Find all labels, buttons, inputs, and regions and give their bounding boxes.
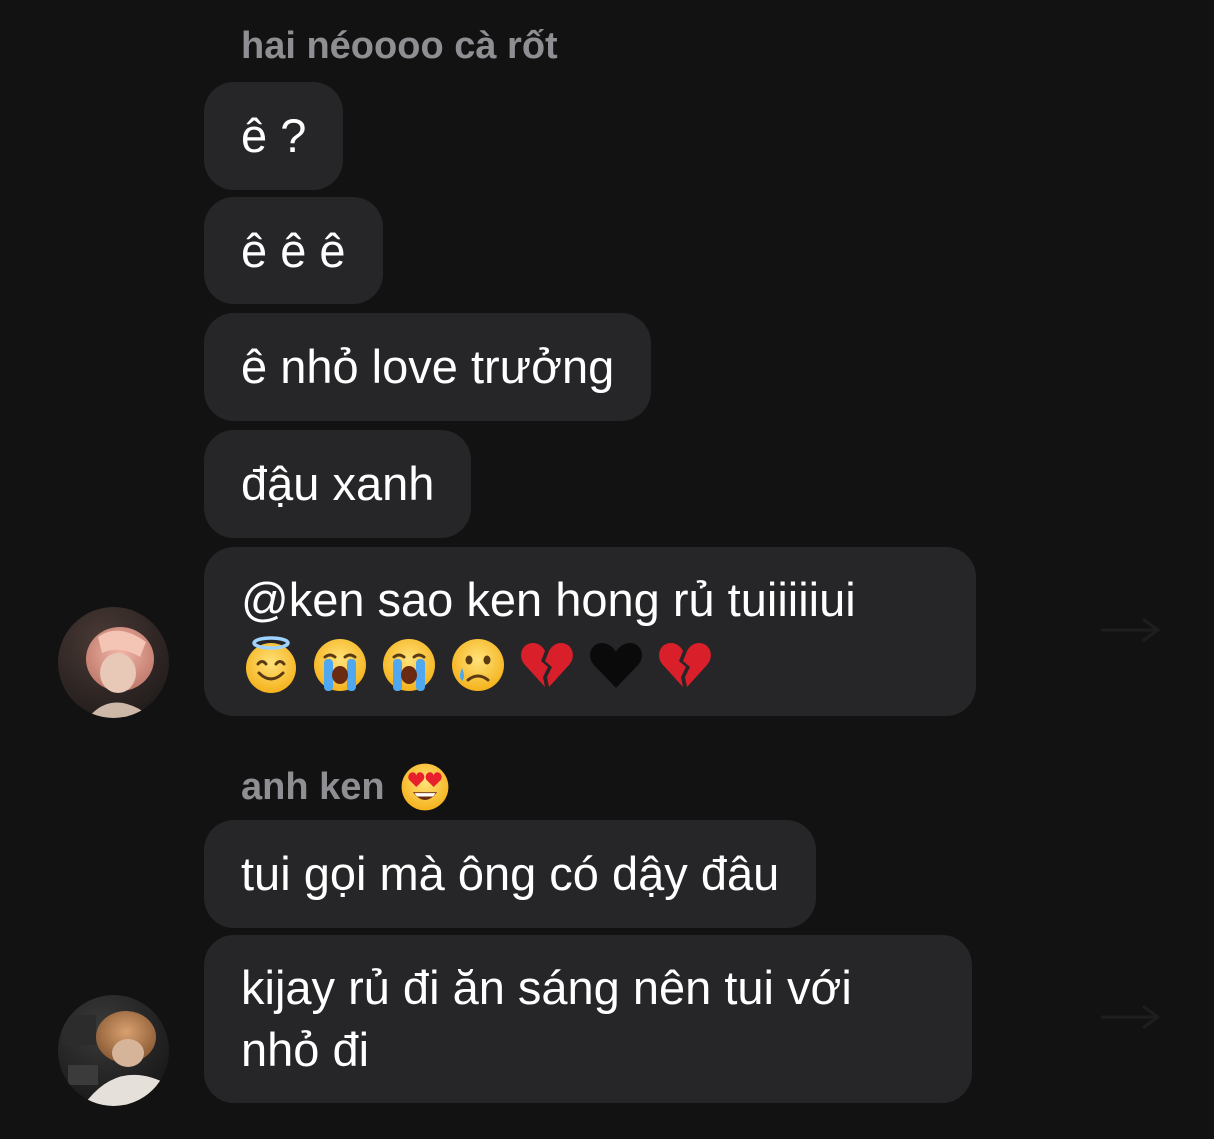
message-bubble[interactable]: kijay rủ đi ăn sáng nên tui với nhỏ đi [204,935,972,1103]
message-text: @ken sao ken hong rủ tuiiiiiui [241,572,856,626]
smiling-face-with-heart-eyes-icon [401,763,449,811]
smiling-face-with-halo-icon [246,635,296,693]
sender-name-text: hai néoooo cà rốt [241,25,558,67]
message-text: ê nhỏ love trưởng [241,340,615,393]
message-bubble[interactable]: ê ê ê [204,197,383,304]
avatar-photo [58,995,169,1106]
message-text: đậu xanh [241,457,435,510]
black-heart-icon [590,642,642,688]
message-text-line2: nhỏ đi [241,1023,370,1076]
sender-name: hai néoooo cà rốt [241,24,558,68]
broken-heart-icon [659,642,711,687]
sender-name: anh ken [241,761,451,813]
loudly-crying-face-icon [383,638,435,691]
message-bubble[interactable]: tui gọi mà ông có dậy đâu [204,820,817,928]
broken-heart-icon [521,642,573,687]
avatar[interactable] [58,607,169,718]
message-bubble[interactable]: đậu xanh [204,430,472,538]
message-bubble[interactable]: ê ? [204,82,344,190]
message-text: ê ê ê [241,223,346,277]
emoji-row [241,635,939,695]
share-icon[interactable] [1100,615,1162,645]
avatar[interactable] [58,995,169,1106]
share-icon[interactable] [1100,1002,1162,1032]
sender-name-text: anh ken [241,766,385,808]
message-text-line1: kijay rủ đi ăn sáng nên tui với [241,961,852,1014]
message-bubble[interactable]: ê nhỏ love trưởng [204,313,652,421]
message-text: ê ? [241,109,307,162]
message-text: tui gọi mà ông có dậy đâu [241,847,780,900]
chat-thread: hai néoooo cà rốt ê ? ê ê ê ê nhỏ love t… [0,0,1214,1139]
message-bubble[interactable]: @ken sao ken hong rủ tuiiiiiui [204,547,976,716]
loudly-crying-face-icon [314,638,366,691]
crying-face-icon [452,638,504,691]
avatar-photo [58,607,169,718]
